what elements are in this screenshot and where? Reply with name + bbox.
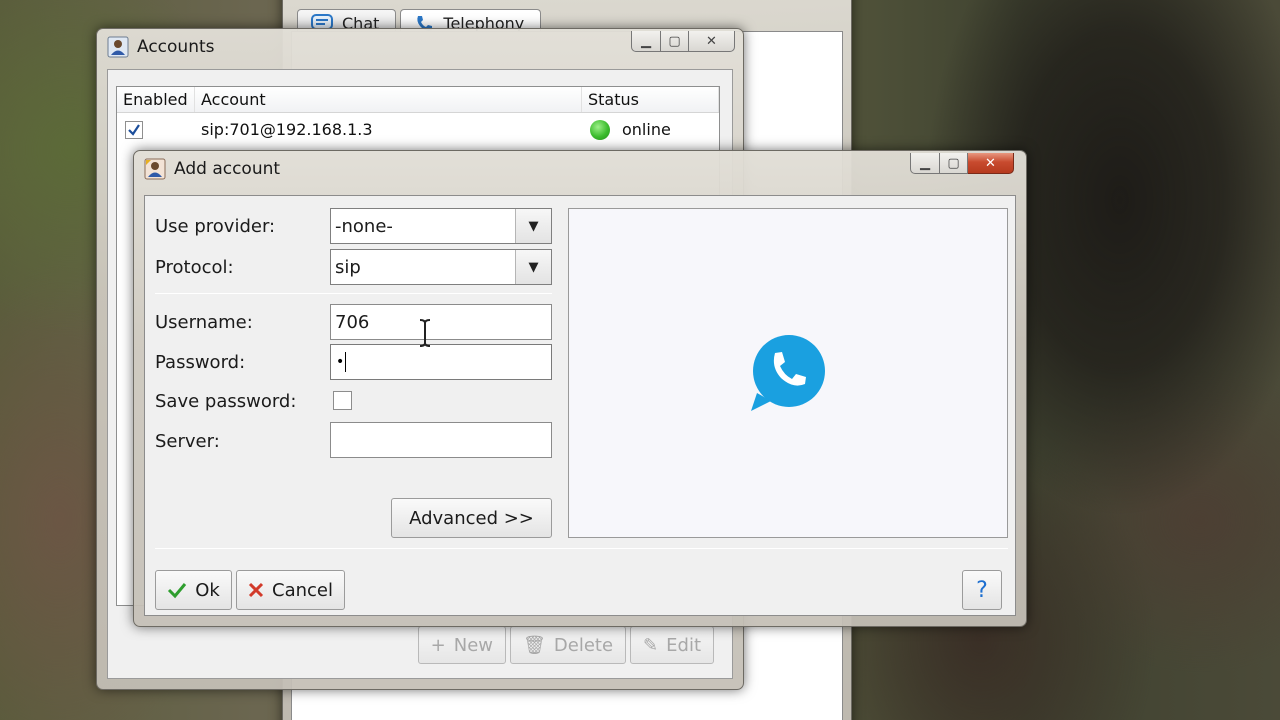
- advanced-button[interactable]: Advanced >>: [391, 498, 552, 538]
- accounts-caption-buttons: ▁ ▢ ✕: [631, 31, 735, 52]
- check-icon: [128, 123, 140, 136]
- protocol-label: Protocol:: [155, 257, 234, 278]
- table-row[interactable]: sip:701@192.168.1.3 online: [117, 113, 719, 146]
- add-account-minimize-button[interactable]: ▁: [910, 153, 940, 174]
- maximize-icon: ▢: [668, 33, 681, 49]
- username-label: Username:: [155, 312, 253, 333]
- row-status-text: online: [622, 120, 671, 139]
- protocol-preview-panel: [568, 208, 1008, 538]
- online-status-icon: [590, 119, 610, 140]
- accounts-table-header: Enabled Account Status: [117, 87, 719, 113]
- cancel-button-label: Cancel: [272, 579, 333, 601]
- protocol-value: sip: [335, 256, 361, 278]
- delete-button-label: Delete: [553, 634, 614, 656]
- accounts-app-icon: [107, 36, 129, 58]
- form-divider-bottom: [155, 548, 1008, 549]
- text-cursor-icon: [419, 319, 431, 347]
- password-label: Password:: [155, 352, 246, 373]
- text-caret: [345, 352, 347, 372]
- password-field[interactable]: •: [330, 344, 552, 380]
- trash-icon: 🗑: [523, 634, 546, 656]
- add-account-caption-buttons: ▁ ▢ ✕: [910, 153, 1014, 174]
- chevron-down-icon[interactable]: ▼: [515, 209, 551, 243]
- pencil-icon: ✎: [643, 634, 659, 656]
- server-field[interactable]: [330, 422, 552, 458]
- accounts-close-button[interactable]: ✕: [689, 31, 735, 52]
- ok-button[interactable]: Ok: [155, 570, 232, 610]
- add-account-client-area: Use provider: -none- ▼ Protocol: sip ▼ U…: [144, 195, 1016, 616]
- accounts-title: Accounts: [137, 37, 215, 57]
- save-password-label: Save password:: [155, 391, 297, 412]
- server-label: Server:: [155, 431, 220, 452]
- accounts-maximize-button[interactable]: ▢: [661, 31, 689, 52]
- minimize-icon: ▁: [641, 33, 651, 49]
- add-account-dialog: Add account ▁ ▢ ✕ Use provider: -none- ▼…: [133, 150, 1027, 627]
- add-account-close-button[interactable]: ✕: [968, 153, 1014, 174]
- form-divider-top: [155, 293, 552, 294]
- password-mask: •: [336, 354, 345, 370]
- accounts-button-bar: + New 🗑 Delete ✎ Edit: [417, 626, 714, 664]
- add-account-titlebar[interactable]: Add account: [134, 151, 1026, 187]
- protocol-select[interactable]: sip ▼: [330, 249, 552, 285]
- edit-button-label: Edit: [666, 634, 701, 656]
- delete-account-button[interactable]: 🗑 Delete: [510, 626, 627, 664]
- help-button[interactable]: ?: [962, 570, 1002, 610]
- username-field[interactable]: [330, 304, 552, 340]
- add-account-title: Add account: [174, 159, 281, 179]
- new-button-label: New: [453, 634, 494, 656]
- close-icon: ✕: [706, 33, 717, 49]
- row-account-cell: sip:701@192.168.1.3: [201, 120, 373, 139]
- ok-button-label: Ok: [195, 579, 220, 601]
- save-password-checkbox[interactable]: [333, 391, 352, 410]
- row-status-cell: online: [582, 113, 719, 146]
- accounts-minimize-button[interactable]: ▁: [631, 31, 661, 52]
- close-icon: [248, 582, 264, 598]
- column-account[interactable]: Account: [195, 87, 582, 112]
- provider-label: Use provider:: [155, 216, 276, 237]
- check-icon: [168, 583, 187, 599]
- telephony-logo-icon: [751, 335, 825, 411]
- row-enabled-cell: [117, 113, 195, 146]
- add-account-app-icon: [144, 158, 166, 180]
- new-account-button[interactable]: + New: [417, 626, 507, 664]
- plus-icon: +: [430, 634, 446, 656]
- account-enabled-checkbox[interactable]: [125, 120, 143, 139]
- maximize-icon: ▢: [947, 155, 960, 171]
- cancel-button[interactable]: Cancel: [236, 570, 345, 610]
- chevron-down-icon[interactable]: ▼: [515, 250, 551, 284]
- column-enabled[interactable]: Enabled: [117, 87, 195, 112]
- edit-account-button[interactable]: ✎ Edit: [630, 626, 714, 664]
- provider-select[interactable]: -none- ▼: [330, 208, 552, 244]
- close-icon: ✕: [985, 155, 996, 171]
- add-account-maximize-button[interactable]: ▢: [940, 153, 968, 174]
- provider-value: -none-: [335, 215, 393, 237]
- minimize-icon: ▁: [920, 155, 930, 171]
- column-status[interactable]: Status: [582, 87, 719, 112]
